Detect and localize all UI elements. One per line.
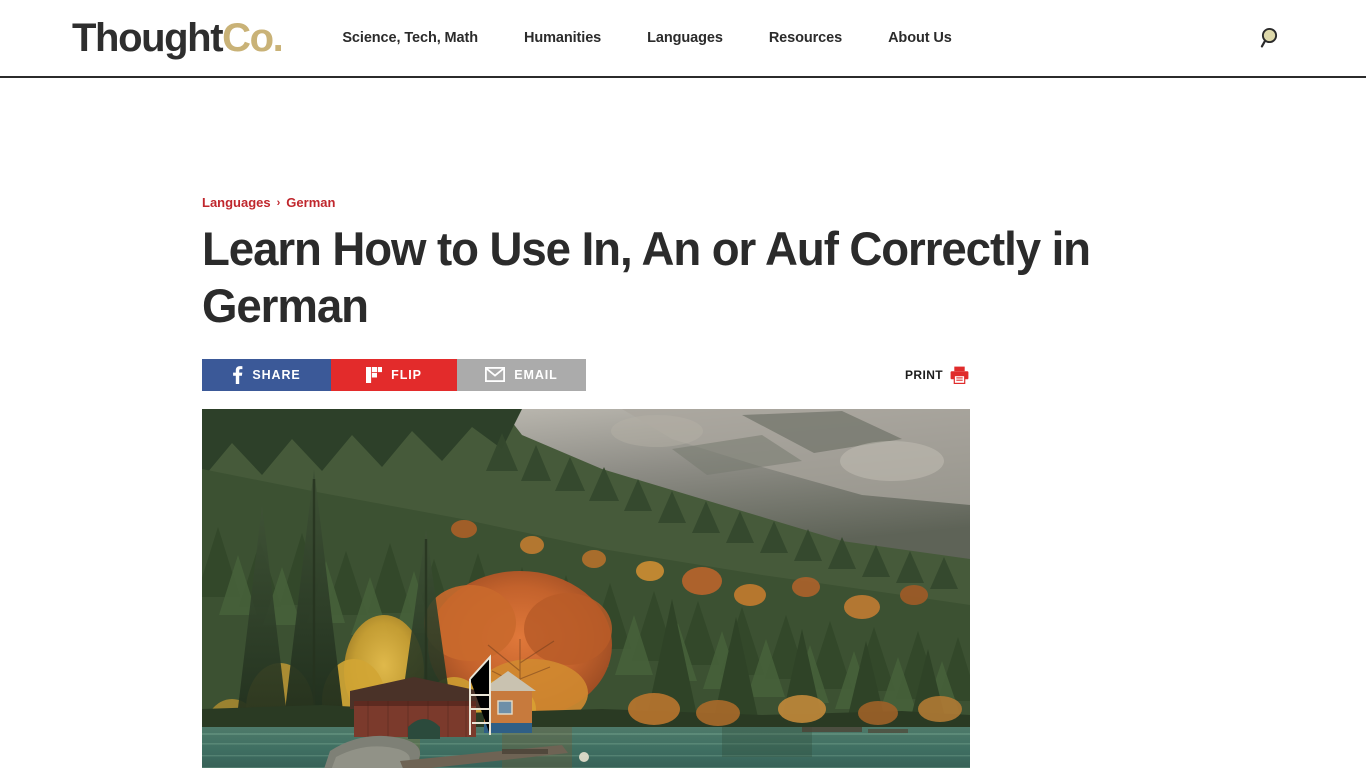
- share-bar: SHARE FLIP EMAIL PRINT: [202, 358, 970, 391]
- site-header: Thought Co. Science, Tech, Math Humanitie…: [0, 0, 1366, 78]
- share-flipboard-button[interactable]: FLIP: [331, 358, 457, 391]
- main-navigation: Science, Tech, Math Humanities Languages…: [342, 30, 951, 46]
- share-flipboard-label: FLIP: [391, 367, 422, 382]
- search-button[interactable]: [1252, 21, 1286, 55]
- breadcrumb-link-languages[interactable]: Languages: [202, 195, 271, 210]
- nav-item-science-tech-math[interactable]: Science, Tech, Math: [342, 30, 478, 46]
- print-label: PRINT: [905, 367, 943, 382]
- share-facebook-button[interactable]: SHARE: [202, 358, 331, 391]
- share-email-label: EMAIL: [514, 367, 558, 382]
- breadcrumb: Languages › German: [202, 195, 1366, 210]
- flipboard-icon: [366, 366, 383, 383]
- logo-text-primary: Thought: [72, 16, 224, 60]
- search-icon: [1260, 27, 1278, 48]
- site-logo[interactable]: Thought Co.: [72, 16, 284, 60]
- article-main: Languages › German Learn How to Use In, …: [0, 78, 1366, 768]
- breadcrumb-link-german[interactable]: German: [286, 195, 335, 210]
- article-header-block: Languages › German Learn How to Use In, …: [0, 78, 1366, 391]
- nav-item-languages[interactable]: Languages: [647, 30, 723, 46]
- share-facebook-label: SHARE: [252, 367, 301, 382]
- logo-text-secondary: Co.: [222, 16, 284, 60]
- print-button[interactable]: PRINT: [905, 366, 969, 384]
- hero-image-graphic: [202, 408, 970, 768]
- page-title: Learn How to Use In, An or Auf Correctly…: [202, 222, 1091, 333]
- facebook-icon: [233, 365, 243, 384]
- share-email-button[interactable]: EMAIL: [457, 358, 586, 391]
- nav-item-humanities[interactable]: Humanities: [524, 30, 601, 46]
- hero-image: [202, 408, 970, 768]
- envelope-icon: [485, 367, 506, 383]
- printer-icon: [950, 366, 969, 384]
- breadcrumb-separator-icon: ›: [276, 196, 281, 209]
- nav-item-resources[interactable]: Resources: [769, 30, 842, 46]
- nav-item-about-us[interactable]: About Us: [888, 30, 952, 46]
